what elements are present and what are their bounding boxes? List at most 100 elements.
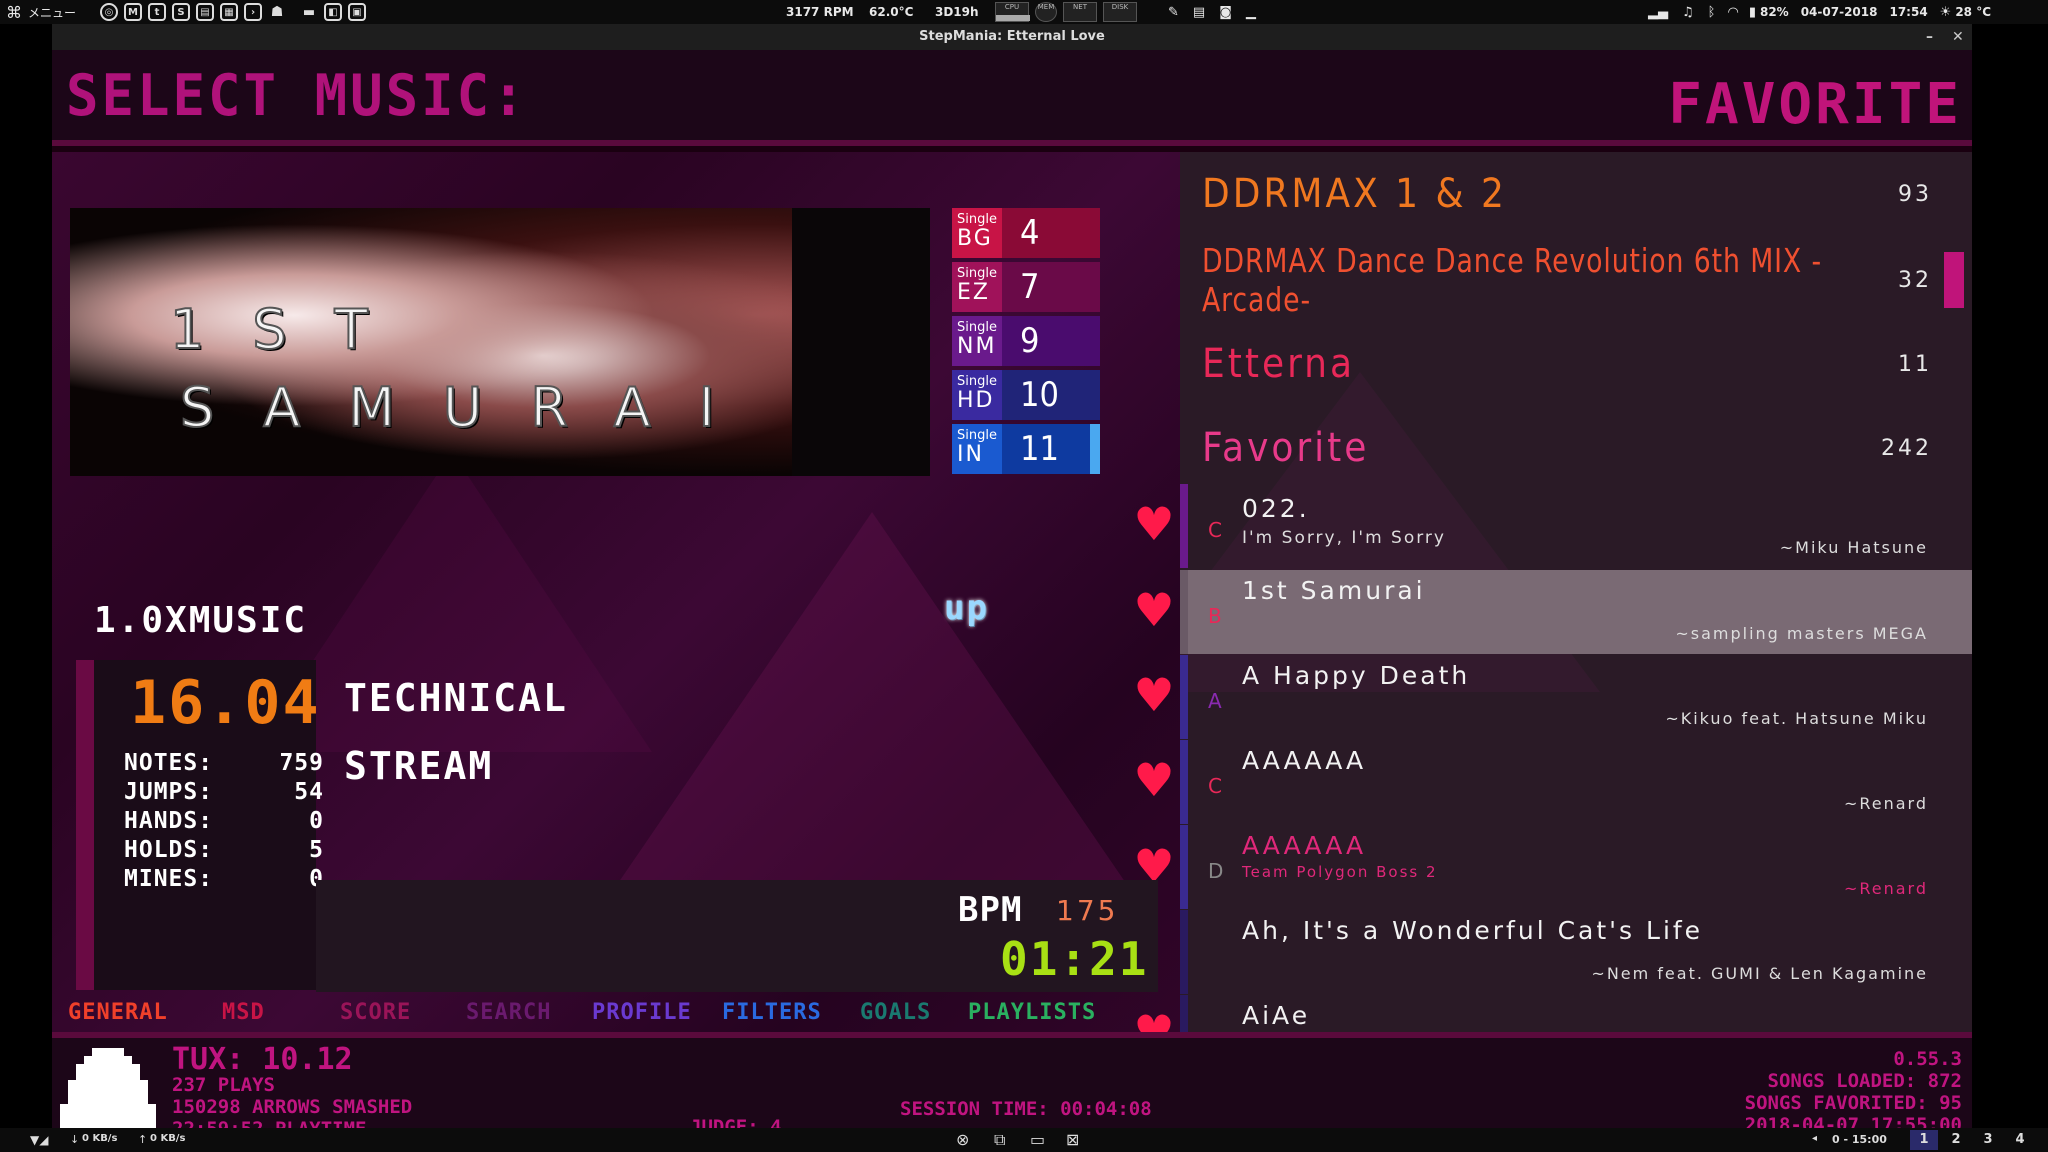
- banner-text-line2: SAMURAI: [179, 375, 763, 440]
- monitor-launcher-icon[interactable]: M: [124, 3, 142, 21]
- app-menu-button[interactable]: ⌘ メニュー: [6, 0, 76, 24]
- tab-score[interactable]: SCORE: [340, 1000, 411, 1025]
- group-name: Etterna: [1202, 341, 1356, 387]
- camera-icon[interactable]: ◙: [1219, 5, 1232, 20]
- heart-icon: ♥: [1133, 497, 1175, 551]
- minimize-all-icon[interactable]: ▁: [1246, 5, 1256, 20]
- song-artist: ~Renard: [1843, 879, 1928, 898]
- song-bar: [1180, 995, 1188, 1032]
- workspace-3[interactable]: 3: [1974, 1130, 2002, 1150]
- tab-playlists[interactable]: PLAYLISTS: [968, 1000, 1096, 1025]
- terminal-launcher-icon[interactable]: ›: [244, 3, 262, 21]
- workspace-2[interactable]: 2: [1942, 1130, 1970, 1150]
- cpu-graph: CPU: [995, 2, 1030, 22]
- song-length: 01:21: [1000, 932, 1149, 986]
- notes-stat: NOTES: 759: [124, 750, 324, 776]
- disk-graph: DISK: [1103, 2, 1137, 22]
- song-grade: C: [1208, 774, 1222, 798]
- song-item[interactable]: C AAAAAA ~Renard: [1180, 740, 1972, 824]
- song-title: 1st Samurai: [1242, 576, 1426, 605]
- window-titlebar[interactable]: StepMania: Etternal Love – ✕: [52, 24, 1972, 50]
- script-launcher-icon[interactable]: ▤: [196, 3, 214, 21]
- date[interactable]: 04-07-2018: [1801, 5, 1878, 19]
- music-wheel: DDRMAX 1 & 2 93 DDRMAX Dance Dance Revol…: [1180, 152, 1972, 1032]
- window-title: StepMania: Etternal Love: [919, 29, 1105, 44]
- calculator-launcher-icon[interactable]: ▦: [220, 3, 238, 21]
- difficulty-label: Single HD: [952, 370, 1002, 420]
- difficulty-normal[interactable]: Single NM 9: [952, 316, 1100, 366]
- difficulty-meter: 4: [1002, 208, 1100, 258]
- difficulty-hard[interactable]: Single HD 10: [952, 370, 1100, 420]
- folder-icon[interactable]: ▭: [1030, 1130, 1045, 1149]
- difficulty-insane-selected[interactable]: Single IN 11: [952, 424, 1100, 474]
- music-icon[interactable]: ♫: [1682, 5, 1694, 20]
- tab-search[interactable]: SEARCH: [466, 1000, 551, 1025]
- song-title: AAAAAA: [1242, 746, 1367, 775]
- timer-range: 0 - 15:00: [1832, 1133, 1887, 1146]
- close-window-icon[interactable]: ⊗: [956, 1130, 969, 1149]
- tab-profile[interactable]: PROFILE: [592, 1000, 692, 1025]
- tab-general[interactable]: GENERAL: [68, 1000, 168, 1025]
- workspace-1[interactable]: 1: [1910, 1130, 1938, 1150]
- song-title: 022.: [1242, 494, 1310, 523]
- save-icon[interactable]: ▤: [1193, 5, 1205, 20]
- tab-msd[interactable]: MSD: [222, 1000, 265, 1025]
- skillset-2: STREAM: [344, 744, 494, 788]
- screen-header: SELECT MUSIC: FAVORITE: [52, 50, 1972, 146]
- difficulty-meter: 7: [1002, 262, 1100, 312]
- clipboard-launcher-icon[interactable]: ◧: [324, 3, 342, 21]
- stepmania-launcher-icon[interactable]: ☗: [268, 3, 286, 21]
- difficulty-label: Single IN: [952, 424, 1002, 474]
- maximize-icon[interactable]: ⊠: [1066, 1130, 1079, 1149]
- tab-filters[interactable]: FILTERS: [722, 1000, 822, 1025]
- group-count: 93: [1898, 181, 1932, 207]
- wheel-scrollbar[interactable]: [1944, 252, 1964, 308]
- msd-stat-box: 16.04 NOTES: 759 JUMPS: 54 HANDS: 0 HOLDS: 5…: [76, 660, 323, 990]
- workspace-4[interactable]: 4: [2006, 1130, 2034, 1150]
- song-item[interactable]: AiAe: [1180, 995, 1972, 1032]
- window-switch-icon[interactable]: ⧉: [994, 1130, 1005, 1150]
- song-subtitle: I'm Sorry, I'm Sorry: [1242, 528, 1446, 548]
- folder-launcher-icon[interactable]: ▬: [300, 3, 318, 21]
- minimize-icon[interactable]: –: [1926, 24, 1933, 50]
- tux-launcher-icon[interactable]: t: [148, 3, 166, 21]
- skillset-1: TECHNICAL: [344, 676, 568, 720]
- close-icon[interactable]: ✕: [1952, 24, 1964, 50]
- note-icon[interactable]: ✎: [1168, 5, 1179, 20]
- group-name: Favorite: [1202, 425, 1370, 471]
- net-graph: NET: [1063, 2, 1097, 22]
- difficulty-easy[interactable]: Single EZ 7: [952, 262, 1100, 312]
- weather-temp: 28 °C: [1955, 5, 1992, 19]
- clock[interactable]: 17:54: [1889, 5, 1927, 19]
- status-tray: ▂▄ ♫ ᛒ ◠ ▮ 82% 04-07-2018 17:54 ☀ 28 °C: [1648, 0, 1991, 24]
- screen-footer: TUX: 10.12 237 PLAYS 150298 ARROWS SMASH…: [52, 1032, 1972, 1136]
- firefox-launcher-icon[interactable]: ◎: [100, 3, 118, 21]
- current-group-label: FAVORITE: [1668, 72, 1962, 137]
- song-artist: ~sampling masters MEGA: [1675, 624, 1928, 643]
- tab-goals[interactable]: GOALS: [860, 1000, 931, 1025]
- bluetooth-icon[interactable]: ᛒ: [1708, 5, 1716, 20]
- prev-arrow-icon[interactable]: ◂: [1812, 1133, 1817, 1144]
- cpu-temperature: 62.0°C: [869, 5, 914, 19]
- song-item-selected[interactable]: B 1st Samurai ~sampling masters MEGA: [1180, 570, 1972, 654]
- fan-speed: 3177 RPM: [786, 5, 854, 19]
- steam-launcher-icon[interactable]: S: [172, 3, 190, 21]
- difficulty-meter: 9: [1002, 316, 1100, 366]
- calendar-launcher-icon[interactable]: ▣: [348, 3, 366, 21]
- song-bar: [1180, 740, 1188, 824]
- group-favorite[interactable]: Favorite 242: [1202, 408, 1942, 488]
- group-ddrmax-6th[interactable]: DDRMAX Dance Dance Revolution 6th MIX -A…: [1202, 240, 1942, 320]
- song-item[interactable]: Ah, It's a Wonderful Cat's Life ~Nem fea…: [1180, 910, 1972, 994]
- difficulty-beginner[interactable]: Single BG 4: [952, 208, 1100, 258]
- song-item[interactable]: C 022. I'm Sorry, I'm Sorry ~Miku Hatsun…: [1180, 484, 1972, 568]
- wifi-icon[interactable]: ◠: [1727, 5, 1738, 20]
- song-item[interactable]: A A Happy Death ~Kikuo feat. Hatsune Mik…: [1180, 655, 1972, 739]
- volume-bars-icon[interactable]: ▂▄: [1648, 5, 1668, 20]
- mem-graph: MEM: [1035, 2, 1057, 22]
- bg-shape: [612, 512, 1132, 892]
- group-etterna[interactable]: Etterna 11: [1202, 324, 1942, 404]
- song-artist: ~Renard: [1843, 794, 1928, 813]
- song-item[interactable]: D AAAAAA Team Polygon Boss 2 ~Renard: [1180, 825, 1972, 909]
- group-ddrmax[interactable]: DDRMAX 1 & 2 93: [1202, 154, 1942, 234]
- arrows-smashed: 150298 ARROWS SMASHED: [172, 1096, 413, 1118]
